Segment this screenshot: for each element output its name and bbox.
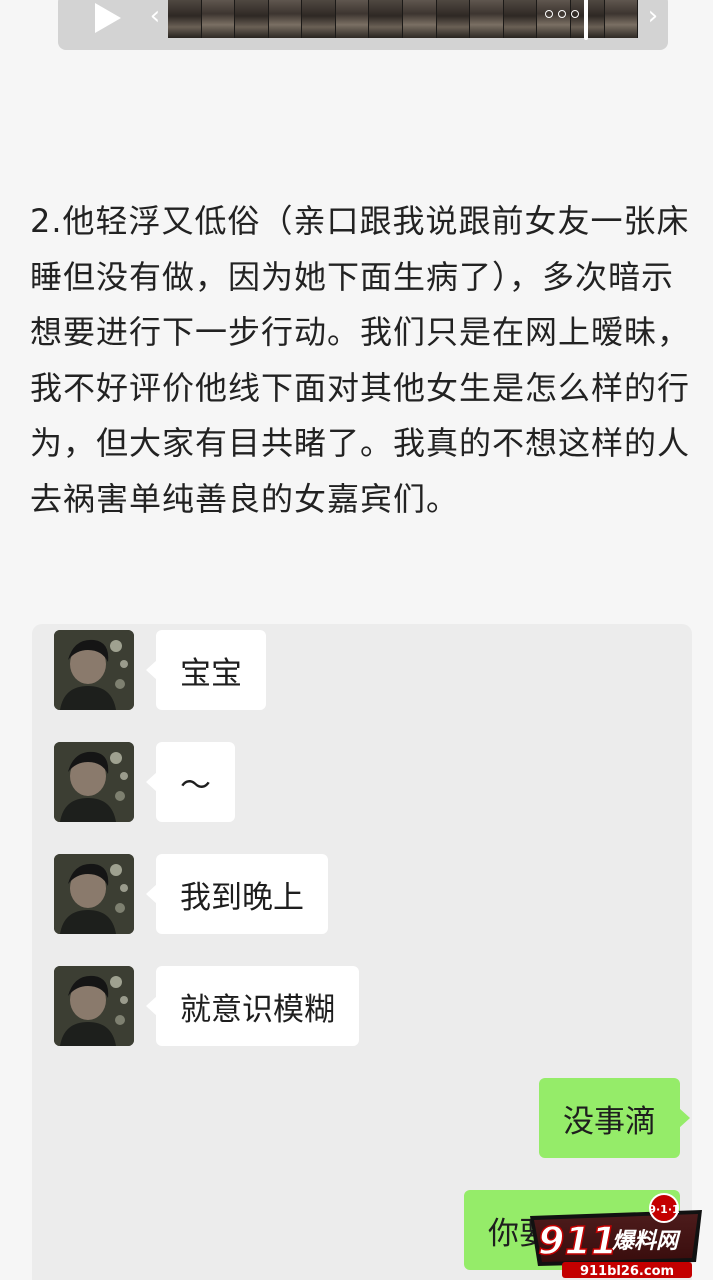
watermark-logo: 911 爆料网 9·1·1 911bl26.com (524, 1192, 710, 1278)
chevron-left-icon: ‹ (149, 1, 161, 31)
chat-message-incoming: 就意识模糊 (54, 966, 359, 1046)
playhead[interactable] (584, 0, 588, 40)
avatar[interactable] (54, 854, 134, 934)
video-frame (335, 0, 370, 38)
svg-text:9·1·1: 9·1·1 (648, 1203, 679, 1216)
avatar[interactable] (54, 966, 134, 1046)
message-text: ～ (180, 767, 211, 804)
message-text: 没事滴 (563, 1103, 656, 1140)
video-frame (369, 0, 404, 38)
message-bubble[interactable]: ～ (146, 742, 235, 822)
svg-text:911: 911 (538, 1219, 617, 1263)
svg-text:爆料网: 爆料网 (611, 1229, 681, 1254)
message-text: 我到晚上 (180, 879, 304, 916)
screenshot-page: ‹ › 2.他轻浮又低俗（亲口跟我说跟前女友一张床睡但没有做，因为她下面生病了） (0, 0, 713, 1280)
video-frame (604, 0, 638, 38)
video-frame (470, 0, 504, 38)
chevron-right-icon: › (647, 1, 659, 31)
chat-screenshot: 宝宝 ～ 我到晚上 就意识模糊 没事滴 你要 (32, 624, 692, 1280)
video-frame (302, 0, 336, 38)
message-bubble[interactable]: 我到晚上 (146, 854, 328, 934)
video-trim-bar[interactable]: ‹ › (58, 0, 668, 50)
message-bubble[interactable]: 宝宝 (146, 630, 266, 710)
video-frame (403, 0, 437, 38)
video-frame (201, 0, 236, 38)
video-frame (268, 0, 303, 38)
message-bubble-outgoing[interactable]: 没事滴 (539, 1078, 690, 1158)
video-frame (503, 0, 538, 38)
avatar[interactable] (54, 742, 134, 822)
chat-message-incoming: 我到晚上 (54, 854, 328, 934)
message-bubble[interactable]: 就意识模糊 (146, 966, 359, 1046)
message-text: 就意识模糊 (180, 991, 335, 1028)
trim-handle-right[interactable]: › (638, 0, 668, 38)
play-icon (91, 3, 125, 33)
trim-handle-left[interactable]: ‹ (140, 0, 170, 38)
avatar[interactable] (54, 630, 134, 710)
chat-message-incoming: 宝宝 (54, 630, 266, 710)
chat-message-incoming: ～ (54, 742, 235, 822)
video-frame-strip[interactable] (168, 0, 638, 38)
play-button[interactable] (78, 0, 138, 38)
message-text: 宝宝 (180, 655, 242, 692)
frame-dots-icon (545, 10, 579, 18)
video-frame (436, 0, 471, 38)
svg-text:911bl26.com: 911bl26.com (580, 1264, 674, 1278)
video-frame (168, 0, 202, 38)
video-frame (235, 0, 269, 38)
video-frame (537, 0, 571, 38)
article-paragraph: 2.他轻浮又低俗（亲口跟我说跟前女友一张床睡但没有做，因为她下面生病了），多次暗… (30, 202, 691, 518)
